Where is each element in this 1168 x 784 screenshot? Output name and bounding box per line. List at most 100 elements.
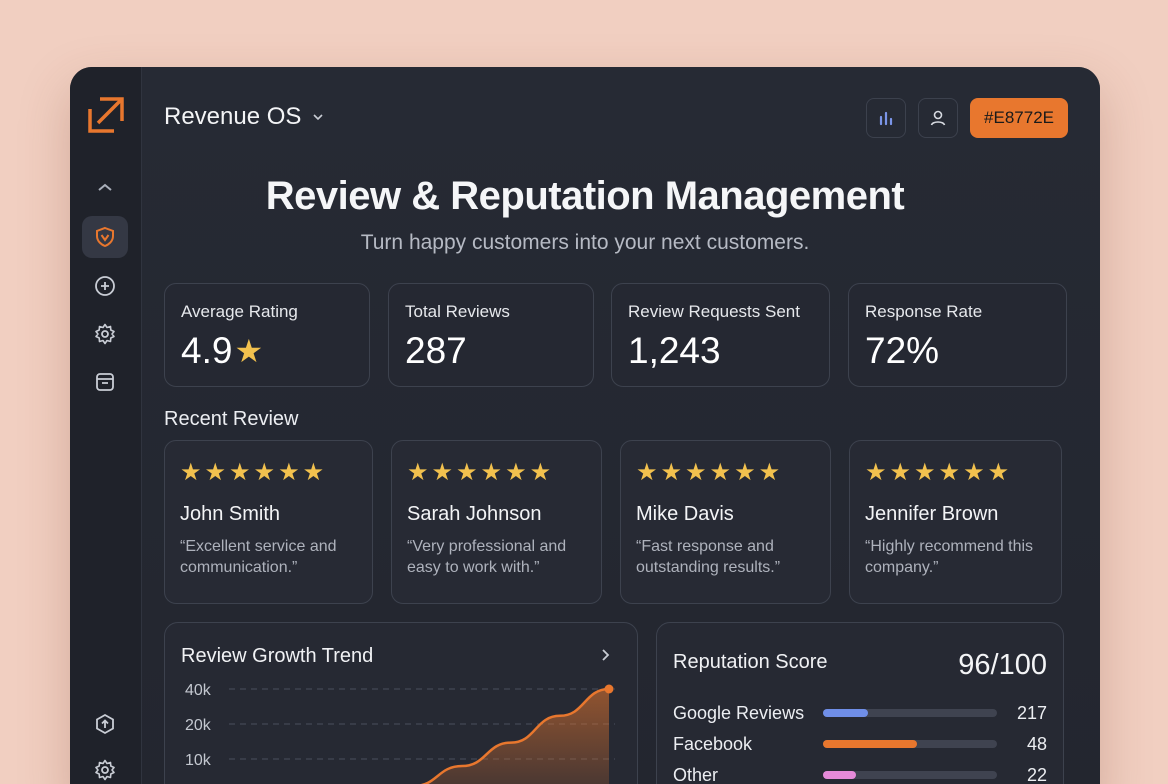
review-growth-panel: Review Growth Trend 40k 20k 10k bbox=[164, 622, 638, 784]
reviewer-name: Mike Davis bbox=[636, 503, 734, 525]
panel-title: Review Growth Trend bbox=[181, 645, 374, 667]
star-icon: ★ bbox=[456, 459, 478, 486]
star-icon: ★ bbox=[505, 459, 527, 486]
stat-value: 1,243 bbox=[628, 330, 721, 371]
recent-review-heading: Recent Review bbox=[164, 408, 299, 430]
stat-label: Average Rating bbox=[181, 302, 298, 321]
review-card[interactable]: ★ ★ ★ ★ ★ ★ Mike Davis “Fast response and out… bbox=[620, 440, 831, 604]
star-icon: ★ bbox=[431, 459, 454, 486]
review-growth-chart: 40k 20k 10k bbox=[185, 682, 615, 784]
star-icon: ★ bbox=[407, 459, 429, 486]
stat-card-average-rating: Average Rating 4.9 ★ bbox=[164, 283, 370, 387]
stat-label: Response Rate bbox=[865, 302, 983, 321]
star-icon: ★ bbox=[987, 459, 1010, 486]
source-count: 217 bbox=[1016, 702, 1047, 723]
page-title: Review & Reputation Management bbox=[265, 174, 905, 218]
sidebar-item-reputation[interactable] bbox=[82, 216, 128, 258]
stat-value: 72% bbox=[865, 330, 940, 371]
source-row-google: Google Reviews 217 bbox=[673, 701, 1047, 725]
panel-title: Reputation Score bbox=[673, 651, 828, 673]
star-icon: ★ bbox=[709, 459, 732, 486]
star-icon: ★ bbox=[734, 459, 756, 486]
analytics-button[interactable] bbox=[866, 98, 907, 138]
shield-icon bbox=[96, 226, 114, 248]
review-card[interactable]: ★ ★ ★ ★ ★ ★ Sarah Johnson “Very professional … bbox=[391, 440, 602, 604]
sidebar-item-settings[interactable] bbox=[82, 749, 128, 784]
review-text: “Excellent service and communication.” bbox=[180, 538, 337, 576]
stat-card-review-requests: Review Requests Sent 1,243 bbox=[611, 283, 830, 387]
stat-label: Review Requests Sent bbox=[628, 302, 800, 321]
chevron-up-icon bbox=[98, 183, 112, 191]
star-icon: ★ bbox=[758, 459, 781, 486]
star-icon: ★ bbox=[963, 459, 985, 486]
source-bar-fill bbox=[823, 771, 857, 779]
review-text: “Fast response and outstanding results.” bbox=[636, 538, 781, 576]
source-name: Facebook bbox=[673, 733, 753, 754]
inbox-icon bbox=[96, 373, 114, 391]
sidebar-item-add[interactable] bbox=[82, 265, 128, 307]
y-tick-label: 40k bbox=[185, 682, 212, 699]
star-icon: ★ bbox=[278, 459, 300, 486]
page-subtitle: Turn happy customers into your next cust… bbox=[360, 231, 810, 254]
star-icon: ★ bbox=[529, 459, 552, 486]
star-icon: ★ bbox=[660, 459, 683, 486]
accent-color-button[interactable]: #E8772E bbox=[970, 98, 1068, 138]
source-bar-fill bbox=[823, 740, 917, 748]
reviewer-name: John Smith bbox=[180, 503, 281, 525]
star-icon: ★ bbox=[229, 459, 251, 486]
top-actions: #E8772E bbox=[866, 98, 1068, 138]
star-icon: ★ bbox=[685, 459, 707, 486]
star-rating: ★ ★ ★ ★ ★ ★ bbox=[180, 461, 357, 485]
plus-circle-icon bbox=[95, 276, 115, 296]
reputation-score-panel: Reputation Score 96/100 Google Reviews 2… bbox=[656, 622, 1064, 784]
stat-value: 287 bbox=[405, 330, 467, 371]
sidebar-item-collapse[interactable] bbox=[82, 167, 128, 209]
star-rating: ★ ★ ★ ★ ★ ★ bbox=[636, 461, 815, 485]
app-window: Revenue OS #E8772E Review & Reputation M… bbox=[70, 67, 1100, 784]
star-icon: ★ bbox=[204, 459, 227, 486]
main-content: Revenue OS #E8772E Review & Reputation M… bbox=[142, 67, 1100, 784]
star-icon: ★ bbox=[480, 459, 503, 486]
bar-chart-icon bbox=[879, 111, 893, 126]
y-tick-label: 20k bbox=[185, 717, 212, 734]
star-icon: ★ bbox=[253, 459, 276, 486]
review-text: “Highly recommend this company.” bbox=[865, 538, 1034, 576]
source-row-facebook: Facebook 48 bbox=[673, 732, 1047, 756]
review-card[interactable]: ★ ★ ★ ★ ★ ★ John Smith “Excellent service and… bbox=[164, 440, 373, 604]
source-name: Other bbox=[673, 764, 719, 784]
review-text: “Very professional and easy to work with… bbox=[407, 538, 567, 576]
y-tick-label: 10k bbox=[185, 752, 212, 769]
source-bar bbox=[823, 740, 997, 748]
trend-area bbox=[425, 689, 609, 784]
gear-icon bbox=[95, 323, 115, 345]
star-icon: ★ bbox=[302, 459, 325, 486]
source-count: 48 bbox=[1026, 733, 1047, 754]
sidebar-item-integrations[interactable] bbox=[82, 313, 128, 355]
reputation-score-value: 96/100 bbox=[958, 649, 1047, 681]
sidebar-item-upload[interactable] bbox=[82, 703, 128, 745]
review-card[interactable]: ★ ★ ★ ★ ★ ★ Jennifer Brown “Highly recommend … bbox=[849, 440, 1062, 604]
reviewer-name: Sarah Johnson bbox=[407, 503, 542, 525]
source-row-other: Other 22 bbox=[673, 763, 1047, 784]
source-count: 22 bbox=[1026, 764, 1047, 784]
profile-button[interactable] bbox=[918, 98, 959, 138]
sidebar-item-inbox[interactable] bbox=[82, 361, 128, 403]
star-rating: ★ ★ ★ ★ ★ ★ bbox=[407, 461, 586, 485]
star-icon: ★ bbox=[889, 459, 912, 486]
source-bar bbox=[823, 709, 997, 717]
stat-value: 4.9 ★ bbox=[181, 330, 264, 371]
star-icon: ★ bbox=[914, 459, 936, 486]
stat-card-total-reviews: Total Reviews 287 bbox=[388, 283, 594, 387]
workspace-switcher[interactable]: Revenue OS bbox=[164, 103, 325, 131]
chevron-right-icon[interactable] bbox=[597, 647, 613, 663]
star-icon: ★ bbox=[938, 459, 961, 486]
chevron-down-icon bbox=[313, 114, 323, 121]
sidebar bbox=[70, 67, 142, 784]
upload-icon bbox=[96, 713, 114, 735]
stat-card-response-rate: Response Rate 72% bbox=[848, 283, 1067, 387]
star-icon: ★ bbox=[636, 459, 658, 486]
user-icon bbox=[930, 110, 946, 126]
star-icon: ★ bbox=[180, 459, 202, 486]
star-rating: ★ ★ ★ ★ ★ ★ bbox=[865, 461, 1046, 485]
trend-point bbox=[604, 684, 614, 694]
